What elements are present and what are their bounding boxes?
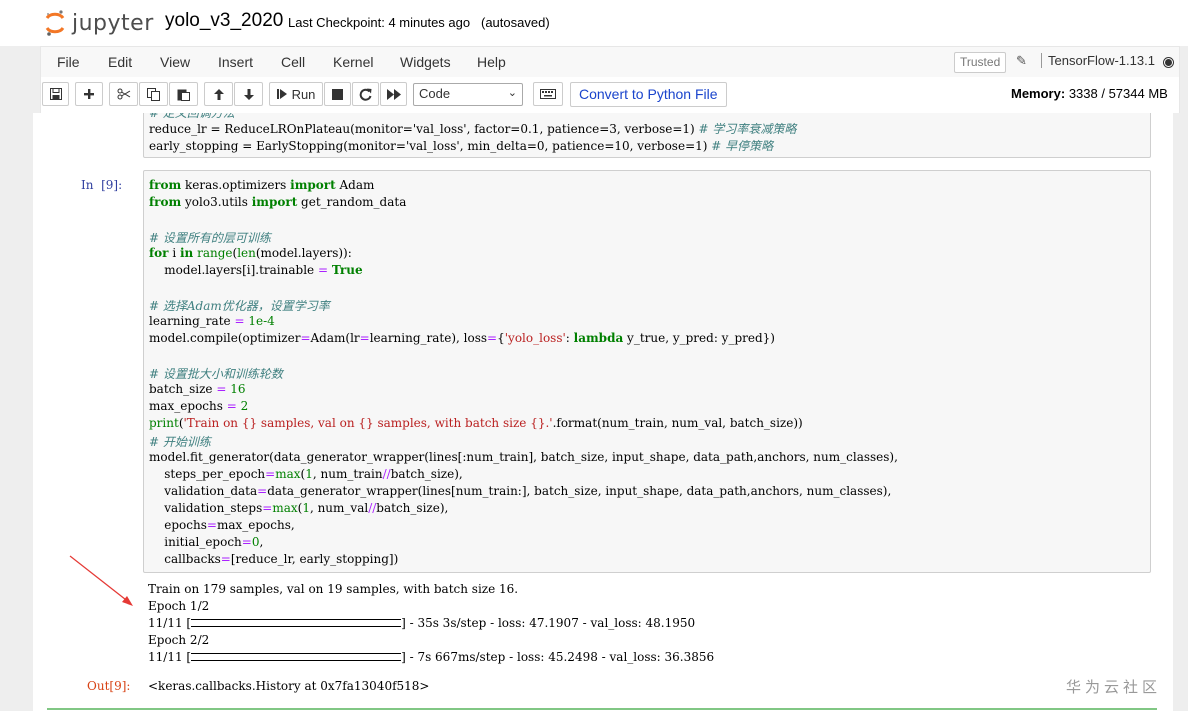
autosave-status: (autosaved) [481, 15, 550, 30]
trusted-indicator[interactable]: Trusted [954, 52, 1007, 73]
notebook-container[interactable]: # 定义回调方法 reduce_lr = ReduceLROnPlateau(m… [33, 113, 1173, 711]
step-forward-icon [276, 89, 287, 99]
jupyter-logo[interactable]: jupyter [44, 8, 154, 38]
cell-type-value: Code [419, 86, 451, 101]
keyboard-icon [540, 89, 556, 99]
output-line: Epoch 2/2 [148, 633, 210, 647]
fast-forward-icon [386, 88, 401, 100]
restart-run-all-button[interactable] [380, 82, 407, 106]
output-line: Train on 179 samples, val on 19 samples,… [148, 582, 519, 596]
progress-line: 11/11 [] - 35s 3s/step - loss: 47.1907 -… [148, 616, 696, 630]
output-line: Epoch 1/2 [148, 599, 210, 613]
code-line: steps_per_epoch=max(1, num_train//batch_… [149, 467, 463, 481]
move-down-button[interactable] [234, 82, 263, 106]
code-line: max_epochs = 2 [149, 399, 249, 413]
code-line: from keras.optimizers import Adam [149, 178, 375, 192]
notebook-name[interactable]: yolo_v3_2020 [165, 10, 283, 32]
code-line: # 开始训练 [149, 435, 211, 449]
code-line: for i in range(len(model.layers)): [149, 246, 352, 260]
code-line: batch_size = 16 [149, 382, 246, 396]
menu-cell[interactable]: Cell [281, 54, 305, 70]
watermark: 华为云社区 [1066, 678, 1162, 696]
progress-bar [191, 652, 402, 661]
output-result: <keras.callbacks.History at 0x7fa13040f5… [148, 679, 430, 693]
menu-widgets[interactable]: Widgets [400, 54, 451, 70]
code-line: validation_data=data_generator_wrapper(l… [149, 484, 892, 498]
code-line: print('Train on {} samples, val on {} sa… [149, 416, 803, 430]
copy-icon [147, 87, 160, 101]
memory-label: Memory: [1011, 86, 1066, 101]
save-icon [49, 88, 62, 100]
code-line: model.layers[i].trainable = True [149, 263, 363, 277]
save-button[interactable] [42, 82, 69, 106]
memory-value: 3338 / 57344 MB [1068, 86, 1168, 101]
menu-file[interactable]: File [57, 54, 80, 70]
copy-button[interactable] [139, 82, 168, 106]
notebook-header: jupyter yolo_v3_2020 Last Checkpoint: 4 … [0, 0, 1188, 46]
menu-help[interactable]: Help [477, 54, 506, 70]
arrow-up-icon [213, 88, 224, 100]
menu-insert[interactable]: Insert [218, 54, 253, 70]
code-line: reduce_lr = ReduceLROnPlateau(monitor='v… [149, 122, 797, 136]
paste-button[interactable] [169, 82, 198, 106]
menu-view[interactable]: View [160, 54, 190, 70]
toolbar: Run Code ⌄ Convert to Python File Memory… [40, 77, 1180, 113]
code-line: early_stopping = EarlyStopping(monitor='… [149, 139, 774, 153]
stop-icon [332, 88, 343, 100]
menu-edit[interactable]: Edit [108, 54, 132, 70]
kernel-name[interactable]: TensorFlow-1.13.1 [1041, 53, 1155, 68]
code-line: validation_steps=max(1, num_val//batch_s… [149, 501, 449, 515]
menu-kernel[interactable]: Kernel [333, 54, 373, 70]
cell-type-select[interactable]: Code ⌄ [413, 83, 523, 106]
output-prompt: Out[9]: [87, 679, 131, 693]
chevron-down-icon: ⌄ [507, 87, 517, 99]
plus-icon [84, 89, 94, 99]
code-line: model.fit_generator(data_generator_wrapp… [149, 450, 898, 464]
arrow-down-icon [243, 88, 254, 100]
code-line: initial_epoch=0, [149, 535, 264, 549]
code-cell-previous[interactable]: # 定义回调方法 reduce_lr = ReduceLROnPlateau(m… [143, 113, 1151, 158]
restart-button[interactable] [352, 82, 379, 106]
scissors-icon [117, 88, 130, 100]
run-label: Run [291, 86, 316, 102]
paste-icon [177, 89, 190, 101]
refresh-icon [359, 88, 372, 101]
progress-line: 11/11 [] - 7s 667ms/step - loss: 45.2498… [148, 650, 715, 664]
move-up-button[interactable] [204, 82, 233, 106]
code-line: # 选择Adam优化器，设置学习率 [149, 299, 330, 313]
convert-to-python-button[interactable]: Convert to Python File [570, 82, 727, 107]
memory-usage: Memory: 3338 / 57344 MB [1011, 86, 1168, 101]
code-line: callbacks=[reduce_lr, early_stopping]) [149, 552, 399, 566]
code-line: learning_rate = 1e-4 [149, 314, 275, 328]
cell-divider [47, 708, 1157, 710]
code-line: epochs=max_epochs, [149, 518, 295, 532]
insert-cell-button[interactable] [75, 82, 103, 106]
code-cell-input[interactable]: from keras.optimizers import Adam from y… [143, 170, 1151, 573]
command-palette-button[interactable] [533, 82, 563, 106]
kernel-status-icon [1163, 57, 1174, 68]
run-button[interactable]: Run [269, 82, 323, 106]
jupyter-logo-icon [45, 10, 65, 36]
interrupt-button[interactable] [324, 82, 351, 106]
cut-button[interactable] [109, 82, 138, 106]
code-line: # 设置所有的层可训练 [149, 231, 271, 245]
jupyter-logo-text: jupyter [72, 10, 154, 36]
edit-pencil-icon[interactable]: ✎ [1016, 53, 1027, 69]
checkpoint-status: Last Checkpoint: 4 minutes ago [288, 15, 471, 30]
menubar: File Edit View Insert Cell Kernel Widget… [40, 46, 1180, 77]
progress-bar [191, 618, 402, 627]
code-line: model.compile(optimizer=Adam(lr=learning… [149, 331, 775, 345]
code-line: # 设置批大小和训练轮数 [149, 367, 283, 381]
input-prompt: In [9]: [81, 178, 123, 192]
code-line: from yolo3.utils import get_random_data [149, 195, 407, 209]
